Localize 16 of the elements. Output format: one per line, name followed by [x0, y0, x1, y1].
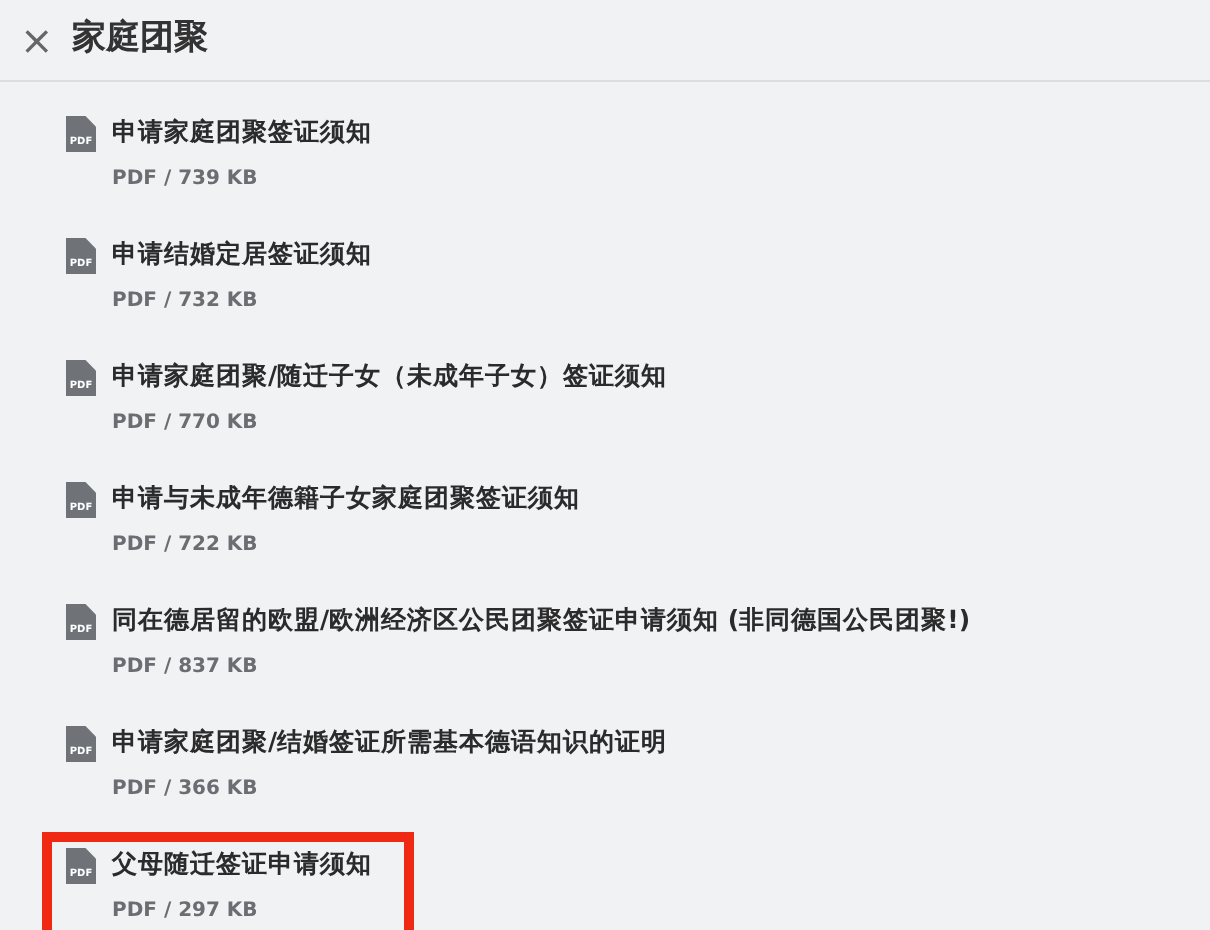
file-info: PDF / 732 KB [112, 290, 260, 314]
file-info: PDF / 297 KB [112, 900, 260, 924]
document-link[interactable]: 申请与未成年德籍子女家庭团聚签证须知 [112, 480, 580, 516]
document-link[interactable]: 申请家庭团聚/结婚签证所需基本德语知识的证明 [112, 724, 668, 760]
file-info: PDF / 722 KB [112, 534, 260, 558]
document-link[interactable]: 申请家庭团聚/随迁子女（未成年子女）签证须知 [112, 358, 668, 394]
document-link[interactable]: 申请家庭团聚签证须知 [112, 114, 372, 150]
document-link[interactable]: 申请结婚定居签证须知 [112, 236, 372, 272]
document-link[interactable]: 同在德居留的欧盟/欧洲经济区公民团聚签证申请须知 (非同德国公民团聚!) [112, 602, 971, 638]
file-info: PDF / 366 KB [112, 778, 260, 802]
file-info: PDF / 837 KB [112, 656, 260, 680]
file-info: PDF / 770 KB [112, 412, 260, 436]
page-title: 家庭团聚 [72, 16, 208, 63]
file-info: PDF / 739 KB [112, 168, 260, 192]
document-link[interactable]: 父母随迁签证申请须知 [112, 846, 372, 882]
close-button[interactable]: × [20, 20, 48, 60]
